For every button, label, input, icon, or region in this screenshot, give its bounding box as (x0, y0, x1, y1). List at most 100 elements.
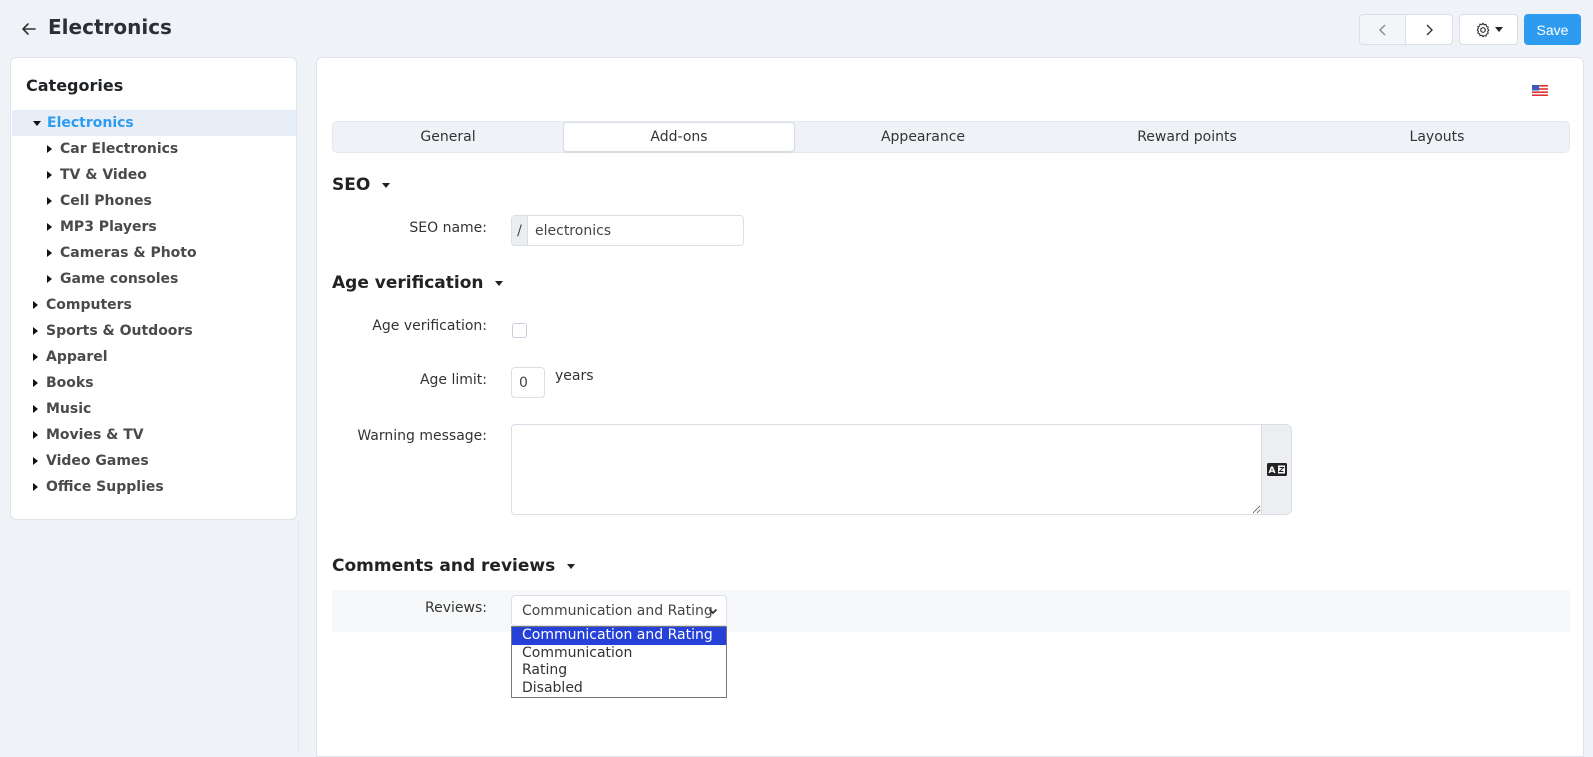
section-title: Age verification (332, 273, 484, 293)
section-title: Comments and reviews (332, 556, 556, 576)
main-panel: General Add-ons Appearance Reward points… (316, 57, 1584, 757)
warning-message-label: Warning message: (357, 428, 487, 444)
category-label: Video Games (46, 453, 149, 469)
caret-right-icon[interactable] (47, 145, 52, 153)
age-limit-unit: years (555, 368, 594, 384)
seo-prefix: / (512, 216, 528, 245)
category-apparel[interactable]: Apparel (12, 344, 296, 370)
category-game-consoles[interactable]: Game consoles (12, 266, 296, 292)
chevron-left-icon (1378, 24, 1385, 35)
tab-general[interactable]: General (333, 122, 563, 152)
tab-layouts[interactable]: Layouts (1323, 122, 1551, 152)
categories-sidebar: Categories Electronics Car Electronics T… (10, 57, 297, 520)
reviews-selected-value: Communication and Rating (522, 602, 713, 619)
caret-right-icon[interactable] (33, 431, 38, 439)
category-label: Electronics (47, 115, 134, 131)
category-sports-outdoors[interactable]: Sports & Outdoors (12, 318, 296, 344)
tab-appearance[interactable]: Appearance (795, 122, 1051, 152)
sidebar-divider (298, 520, 299, 752)
translate-button[interactable]: A (1262, 424, 1292, 515)
tab-reward-points[interactable]: Reward points (1051, 122, 1323, 152)
reviews-option[interactable]: Communication and Rating (512, 627, 726, 645)
category-label: Computers (46, 297, 132, 313)
settings-dropdown-button[interactable] (1459, 14, 1518, 45)
warning-message-textarea[interactable] (511, 424, 1263, 515)
next-button[interactable] (1406, 14, 1453, 45)
age-verification-checkbox[interactable] (512, 323, 527, 338)
seo-name-label: SEO name: (409, 220, 487, 236)
translate-icon: A (1266, 463, 1287, 476)
category-label: TV & Video (60, 167, 147, 183)
previous-button[interactable] (1359, 14, 1406, 45)
caret-right-icon[interactable] (33, 483, 38, 491)
caret-right-icon[interactable] (33, 457, 38, 465)
caret-right-icon[interactable] (33, 353, 38, 361)
sidebar-title: Categories (26, 76, 124, 95)
seo-name-input[interactable] (528, 216, 743, 245)
category-label: Music (46, 401, 92, 417)
category-label: Office Supplies (46, 479, 164, 495)
seo-name-input-group: / (511, 215, 744, 246)
caret-down-icon (382, 182, 391, 188)
caret-down-icon (567, 563, 576, 569)
tab-bar: General Add-ons Appearance Reward points… (332, 121, 1570, 153)
category-label: MP3 Players (60, 219, 157, 235)
category-music[interactable]: Music (12, 396, 296, 422)
category-label: Sports & Outdoors (46, 323, 193, 339)
category-label: Books (46, 375, 94, 391)
caret-right-icon[interactable] (47, 275, 52, 283)
age-limit-input[interactable] (511, 367, 545, 398)
back-button[interactable] (18, 18, 40, 40)
category-tv-video[interactable]: TV & Video (12, 162, 296, 188)
caret-right-icon[interactable] (47, 171, 52, 179)
category-office-supplies[interactable]: Office Supplies (12, 474, 296, 500)
svg-text:A: A (1268, 466, 1275, 476)
seo-section-toggle[interactable]: SEO (332, 175, 391, 195)
category-computers[interactable]: Computers (12, 292, 296, 318)
section-title: SEO (332, 175, 371, 195)
caret-right-icon[interactable] (47, 223, 52, 231)
category-video-games[interactable]: Video Games (12, 448, 296, 474)
caret-right-icon[interactable] (47, 249, 52, 257)
category-label: Movies & TV (46, 427, 144, 443)
reviews-option[interactable]: Communication (512, 645, 726, 663)
age-limit-label: Age limit: (419, 372, 487, 388)
save-button[interactable]: Save (1524, 14, 1581, 45)
caret-right-icon[interactable] (47, 197, 52, 205)
age-verification-section-toggle[interactable]: Age verification (332, 273, 504, 293)
reviews-label: Reviews: (425, 600, 487, 616)
reviews-select[interactable]: Communication and Rating (511, 595, 727, 626)
category-label: Game consoles (60, 271, 179, 287)
category-car-electronics[interactable]: Car Electronics (12, 136, 296, 162)
caret-down-icon[interactable] (33, 120, 41, 126)
category-cameras-photo[interactable]: Cameras & Photo (12, 240, 296, 266)
category-cell-phones[interactable]: Cell Phones (12, 188, 296, 214)
reviews-option[interactable]: Disabled (512, 680, 726, 698)
us-flag-icon[interactable] (1532, 81, 1548, 96)
reviews-option[interactable]: Rating (512, 662, 726, 680)
chevron-right-icon (1426, 24, 1433, 35)
arrow-left-icon (22, 23, 36, 35)
caret-right-icon[interactable] (33, 301, 38, 309)
comments-reviews-section-toggle[interactable]: Comments and reviews (332, 556, 576, 576)
age-verification-label: Age verification: (372, 318, 487, 334)
category-movies-tv[interactable]: Movies & TV (12, 422, 296, 448)
category-label: Car Electronics (60, 141, 179, 157)
category-label: Cameras & Photo (60, 245, 197, 261)
category-books[interactable]: Books (12, 370, 296, 396)
chevron-down-icon (708, 608, 718, 615)
reviews-dropdown-list: Communication and Rating Communication R… (511, 626, 727, 698)
category-mp3-players[interactable]: MP3 Players (12, 214, 296, 240)
category-label: Apparel (46, 349, 108, 365)
caret-down-icon (1494, 27, 1503, 32)
caret-right-icon[interactable] (33, 379, 38, 387)
page-title: Electronics (48, 15, 172, 39)
category-tree: Electronics Car Electronics TV & Video C… (12, 110, 296, 500)
category-electronics[interactable]: Electronics (12, 110, 296, 136)
caret-down-icon (495, 280, 504, 286)
caret-right-icon[interactable] (33, 405, 38, 413)
gear-icon (1476, 22, 1489, 37)
warning-message-group: A (511, 424, 1292, 515)
caret-right-icon[interactable] (33, 327, 38, 335)
tab-add-ons[interactable]: Add-ons (563, 122, 795, 152)
